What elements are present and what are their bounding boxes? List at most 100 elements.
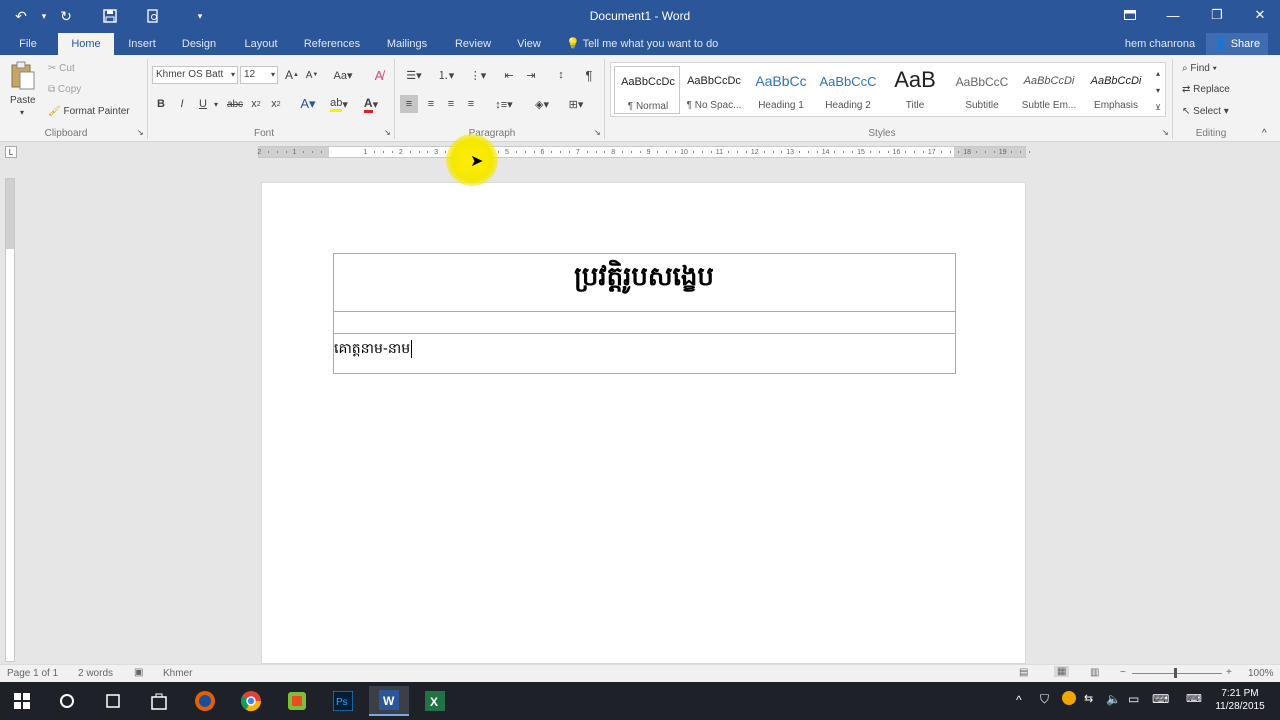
font-name-combo[interactable]: Khmer OS Batt ▾ (152, 66, 238, 84)
table-cell-heading[interactable]: ប្រវត្តិរូបសង្ខេប (333, 253, 956, 312)
excel-taskbar-icon[interactable]: X (415, 686, 455, 716)
find-button[interactable]: ⌕ Find ▾ (1182, 63, 1217, 74)
gallery-scroll-up-icon[interactable]: ▴ (1152, 65, 1164, 81)
decrease-indent-icon[interactable]: ⇤ (500, 66, 518, 84)
tray-expand-icon[interactable]: ^ (1016, 693, 1022, 707)
tab-layout[interactable]: Layout (236, 33, 286, 55)
chrome-icon[interactable] (231, 686, 271, 716)
font-launcher-icon[interactable]: ↘ (384, 128, 391, 137)
copy-button[interactable]: ⧉ Copy (48, 84, 81, 95)
minimize-icon[interactable]: — (1158, 5, 1188, 25)
style-subtle-emphasis[interactable]: AaBbCcDi Subtle Em... (1016, 66, 1082, 114)
clear-formatting-icon[interactable]: A̸ (370, 66, 388, 84)
justify-icon[interactable]: ≡ (462, 95, 480, 113)
tab-design[interactable]: Design (176, 33, 222, 55)
sort-icon[interactable]: ↕ (552, 66, 570, 84)
style-subtitle[interactable]: AaBbCcC Subtitle (949, 66, 1015, 114)
tab-view[interactable]: View (510, 33, 548, 55)
paste-icon[interactable] (8, 61, 38, 91)
web-layout-icon[interactable]: ▥ (1090, 667, 1099, 678)
gallery-scroll-down-icon[interactable]: ▾ (1152, 82, 1164, 98)
firefox-icon[interactable] (185, 686, 225, 716)
word-count[interactable]: 2 words (78, 668, 113, 679)
tab-insert[interactable]: Insert (120, 33, 164, 55)
text-effects-icon[interactable]: A▾ (296, 95, 320, 113)
photoshop-icon[interactable]: Ps (323, 686, 363, 716)
gallery-more-icon[interactable]: ⊻ (1152, 99, 1164, 115)
task-view-icon[interactable] (93, 686, 133, 716)
highlight-color-icon[interactable]: ab ▾ (326, 95, 352, 113)
style-normal[interactable]: AaBbCcDc ¶ Normal (614, 66, 680, 114)
bold-icon[interactable]: B (154, 95, 168, 113)
tray-shield-icon[interactable]: ⛉ (1040, 692, 1049, 707)
tab-review[interactable]: Review (448, 33, 498, 55)
tab-mailings[interactable]: Mailings (378, 33, 436, 55)
strikethrough-icon[interactable]: abc (225, 95, 245, 113)
table-cell-field[interactable]: គោត្តនាម-នាម (333, 333, 956, 374)
align-right-icon[interactable]: ≡ (442, 95, 460, 113)
font-color-icon[interactable]: A ▾ (358, 95, 384, 113)
document-page[interactable]: ប្រវត្តិរូបសង្ខេប គោត្តនាម-នាម (261, 182, 1026, 664)
keyboard-icon[interactable]: ⌨ (1152, 692, 1169, 706)
language[interactable]: Khmer (163, 668, 192, 679)
tab-references[interactable]: References (298, 33, 366, 55)
proofing-icon[interactable]: ▣ (134, 667, 143, 678)
restore-icon[interactable]: ❐ (1202, 5, 1232, 25)
style-no-spacing[interactable]: AaBbCcDc ¶ No Spac... (681, 66, 747, 114)
superscript-icon[interactable]: x2 (268, 95, 284, 113)
tell-me-box[interactable]: 💡 Tell me what you want to do (566, 33, 736, 55)
word-taskbar-icon[interactable]: W (369, 686, 409, 716)
close-icon[interactable]: ✕ (1245, 5, 1275, 25)
paragraph-launcher-icon[interactable]: ↘ (594, 128, 601, 137)
app-green-icon[interactable] (277, 686, 317, 716)
increase-indent-icon[interactable]: ⇥ (522, 66, 540, 84)
cortana-search-icon[interactable] (47, 686, 87, 716)
read-mode-icon[interactable]: ▤ (1019, 667, 1028, 678)
format-painter-button[interactable]: 🖌 Format Painter (48, 106, 130, 117)
zoom-in-icon[interactable]: + (1226, 667, 1232, 678)
zoom-level[interactable]: 100% (1248, 668, 1274, 679)
shading-icon[interactable]: ◈▾ (528, 95, 556, 113)
paste-dropdown-icon[interactable]: ▾ (20, 108, 24, 117)
tab-file[interactable]: File (10, 33, 46, 55)
numbering-icon[interactable]: ⒈▾ (432, 66, 460, 84)
style-heading-1[interactable]: AaBbCc Heading 1 (748, 66, 814, 114)
zoom-out-icon[interactable]: − (1120, 667, 1126, 678)
volume-icon[interactable]: 🔈 (1106, 692, 1121, 706)
underline-dropdown-icon[interactable]: ▾ (211, 95, 221, 113)
clock[interactable]: 7:21 PM 11/28/2015 (1212, 687, 1268, 713)
collapse-ribbon-icon[interactable]: ^ (1262, 128, 1267, 139)
style-title[interactable]: AaB Title (882, 66, 948, 114)
language-bar-icon[interactable]: ⌨ (1186, 692, 1202, 705)
select-button[interactable]: ↖ Select ▾ (1182, 106, 1229, 117)
vertical-ruler[interactable] (5, 178, 15, 662)
bullets-icon[interactable]: ☰▾ (400, 66, 428, 84)
print-layout-icon[interactable]: ▦ (1054, 666, 1070, 677)
change-case-icon[interactable]: Aa▾ (330, 66, 356, 84)
grow-font-icon[interactable]: A ▲ (284, 66, 300, 84)
store-icon[interactable] (139, 686, 179, 716)
align-left-icon[interactable]: ≡ (400, 95, 418, 113)
windows-start-icon[interactable] (2, 686, 42, 716)
shrink-font-icon[interactable]: A ▼ (304, 66, 320, 84)
paste-label[interactable]: Paste (10, 95, 36, 106)
table-cell-empty[interactable] (333, 311, 956, 334)
share-button[interactable]: 👤 Share (1206, 33, 1268, 55)
tab-home[interactable]: Home (58, 33, 114, 55)
horizontal-ruler[interactable]: 2112345678910111213141516171819 (257, 146, 1031, 158)
tray-network-icon[interactable]: ⇆ (1084, 692, 1093, 705)
style-emphasis[interactable]: AaBbCcDi Emphasis (1083, 66, 1149, 114)
tab-selector-icon[interactable]: L (5, 146, 17, 158)
italic-icon[interactable]: I (175, 95, 189, 113)
style-heading-2[interactable]: AaBbCcC Heading 2 (815, 66, 881, 114)
zoom-slider-thumb[interactable] (1174, 668, 1177, 678)
cut-button[interactable]: ✂ Cut (48, 63, 75, 74)
underline-icon[interactable]: U (196, 95, 210, 113)
user-name[interactable]: hem chanrona (1118, 33, 1202, 55)
zoom-slider[interactable] (1132, 673, 1222, 674)
line-spacing-icon[interactable]: ↕≡▾ (490, 95, 518, 113)
borders-icon[interactable]: ⊞▾ (562, 95, 590, 113)
subscript-icon[interactable]: x2 (248, 95, 264, 113)
align-center-icon[interactable]: ≡ (422, 95, 440, 113)
replace-button[interactable]: ⇄ Replace (1182, 84, 1230, 95)
